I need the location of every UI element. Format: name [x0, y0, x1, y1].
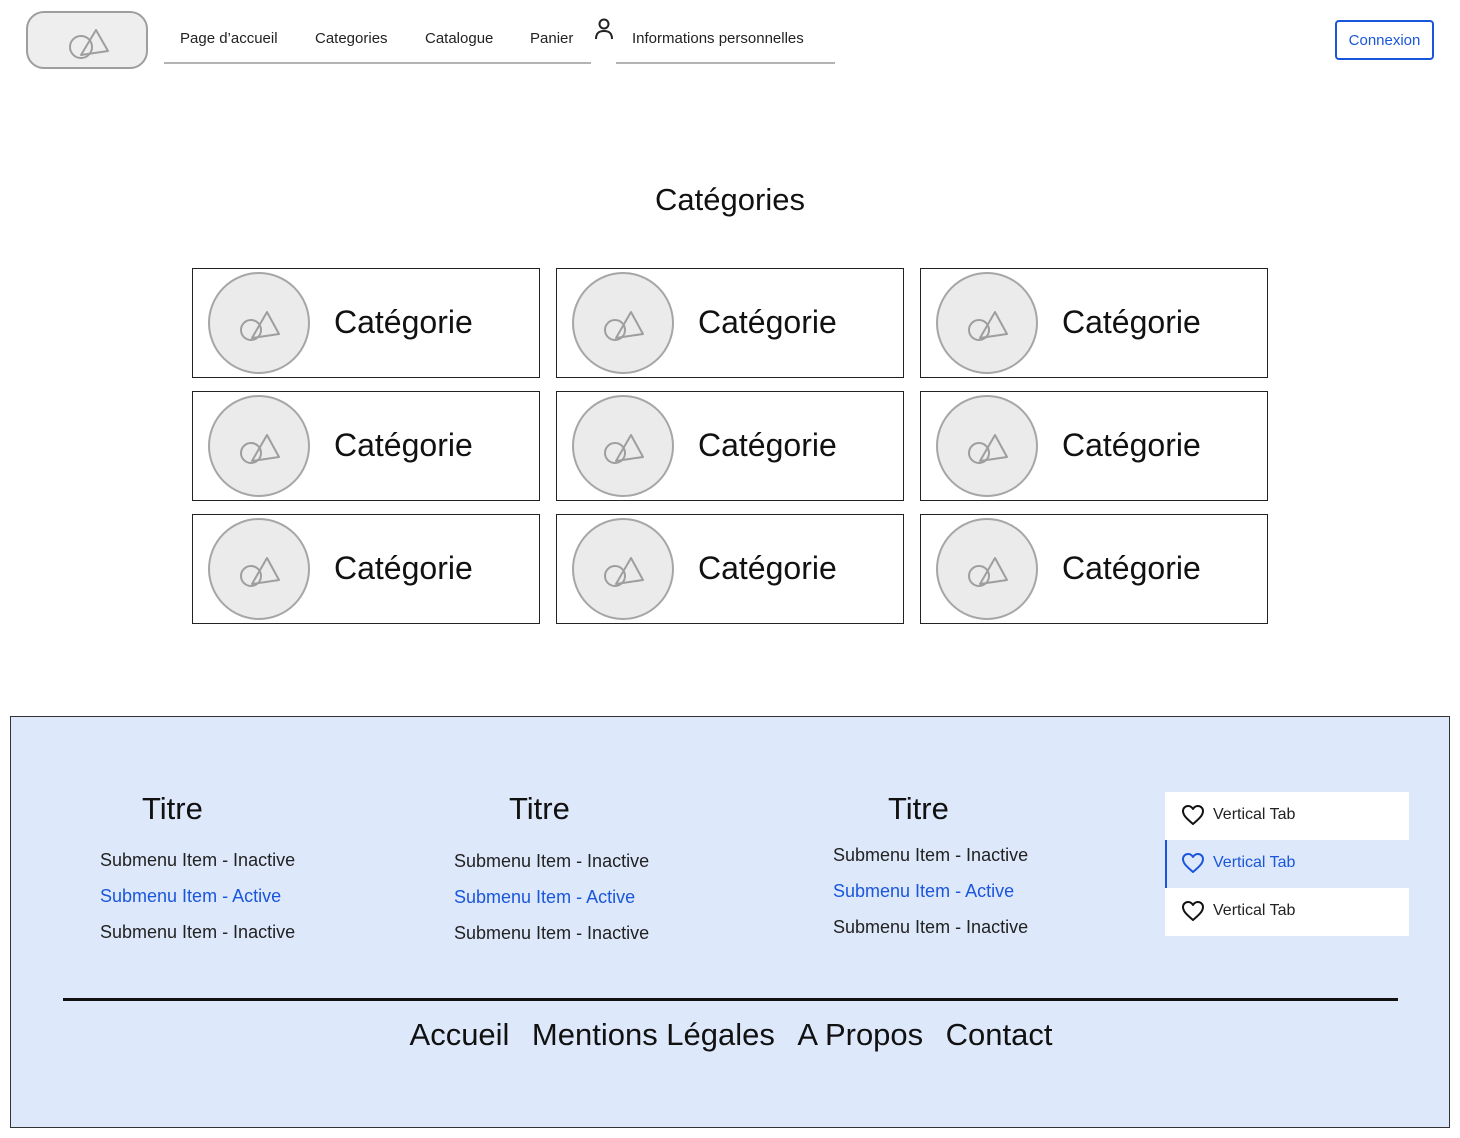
submenu-item-active[interactable]: Submenu Item - Active — [454, 887, 635, 908]
page-title: Catégories — [655, 182, 805, 217]
footer-link-legal[interactable]: Mentions Légales — [532, 1017, 775, 1053]
category-label: Catégorie — [698, 304, 837, 340]
category-card[interactable]: Catégorie — [556, 514, 904, 624]
category-card[interactable]: Catégorie — [920, 391, 1268, 501]
nav-item-home[interactable]: Page d’accueil — [180, 30, 278, 47]
category-card[interactable]: Catégorie — [920, 514, 1268, 624]
category-image — [936, 272, 1038, 374]
category-label: Catégorie — [698, 550, 837, 586]
submenu-item-active[interactable]: Submenu Item - Active — [833, 881, 1014, 902]
vertical-tab-label: Vertical Tab — [1213, 854, 1296, 871]
image-placeholder-icon — [968, 434, 1008, 464]
user-icon[interactable] — [594, 18, 614, 40]
submenu-item[interactable]: Submenu Item - Inactive — [454, 923, 649, 944]
category-image — [936, 518, 1038, 620]
image-placeholder-icon — [604, 434, 644, 464]
footer-link-about[interactable]: A Propos — [797, 1017, 923, 1053]
category-image — [572, 272, 674, 374]
category-image — [208, 395, 310, 497]
category-card[interactable]: Catégorie — [192, 514, 540, 624]
category-card[interactable]: Catégorie — [556, 268, 904, 378]
category-image — [572, 518, 674, 620]
account-nav: Informations personnelles — [616, 20, 835, 64]
image-placeholder-icon — [604, 557, 644, 587]
nav-item-catalogue[interactable]: Catalogue — [425, 30, 493, 47]
category-label: Catégorie — [334, 550, 473, 586]
category-label: Catégorie — [1062, 304, 1201, 340]
heart-icon — [1182, 805, 1204, 825]
submenu-item[interactable]: Submenu Item - Inactive — [833, 917, 1028, 938]
main-nav: Page d’accueil Categories Catalogue Pani… — [164, 20, 591, 64]
category-image — [208, 272, 310, 374]
category-card[interactable]: Catégorie — [192, 391, 540, 501]
image-placeholder-icon — [240, 311, 280, 341]
category-image — [936, 395, 1038, 497]
category-card[interactable]: Catégorie — [556, 391, 904, 501]
image-placeholder-icon — [69, 29, 109, 59]
nav-item-personal-info[interactable]: Informations personnelles — [632, 30, 804, 47]
image-placeholder-icon — [968, 557, 1008, 587]
vertical-tab-label: Vertical Tab — [1213, 902, 1296, 919]
logo[interactable] — [26, 11, 148, 69]
image-placeholder-icon — [240, 557, 280, 587]
submenu-item[interactable]: Submenu Item - Inactive — [833, 845, 1028, 866]
category-label: Catégorie — [1062, 550, 1201, 586]
category-label: Catégorie — [334, 304, 473, 340]
footer-link-home[interactable]: Accueil — [410, 1017, 510, 1053]
category-label: Catégorie — [698, 427, 837, 463]
image-placeholder-icon — [968, 311, 1008, 341]
footer-column-title: Titre — [888, 791, 949, 826]
vertical-tab[interactable]: Vertical Tab — [1165, 888, 1409, 936]
vertical-tab-label: Vertical Tab — [1213, 806, 1296, 823]
nav-item-categories[interactable]: Categories — [315, 30, 388, 47]
category-label: Catégorie — [1062, 427, 1201, 463]
image-placeholder-icon — [240, 434, 280, 464]
vertical-tab-active[interactable]: Vertical Tab — [1165, 840, 1409, 888]
image-placeholder-icon — [604, 311, 644, 341]
footer-divider — [63, 998, 1398, 1001]
login-button[interactable]: Connexion — [1335, 20, 1434, 60]
footer: Titre Submenu Item - Inactive Submenu It… — [10, 716, 1450, 1128]
submenu-item[interactable]: Submenu Item - Inactive — [100, 922, 295, 943]
category-card[interactable]: Catégorie — [920, 268, 1268, 378]
category-card[interactable]: Catégorie — [192, 268, 540, 378]
category-label: Catégorie — [334, 427, 473, 463]
heart-icon — [1182, 901, 1204, 921]
footer-column-title: Titre — [509, 791, 570, 826]
footer-links: Accueil Mentions Légales A Propos Contac… — [11, 1017, 1451, 1053]
category-image — [208, 518, 310, 620]
nav-item-cart[interactable]: Panier — [530, 30, 573, 47]
category-image — [572, 395, 674, 497]
vertical-tab[interactable]: Vertical Tab — [1165, 792, 1409, 840]
footer-column-title: Titre — [142, 791, 203, 826]
submenu-item-active[interactable]: Submenu Item - Active — [100, 886, 281, 907]
heart-icon — [1182, 853, 1204, 873]
submenu-item[interactable]: Submenu Item - Inactive — [454, 851, 649, 872]
submenu-item[interactable]: Submenu Item - Inactive — [100, 850, 295, 871]
footer-link-contact[interactable]: Contact — [946, 1017, 1053, 1053]
